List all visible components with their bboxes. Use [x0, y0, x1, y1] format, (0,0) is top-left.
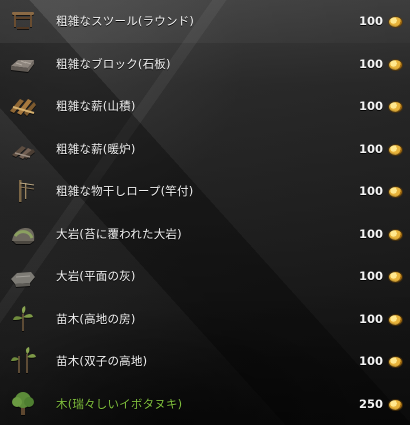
firewood-pile-icon — [6, 89, 40, 123]
coin-icon — [389, 187, 402, 198]
price-group: 100 — [357, 354, 402, 368]
price-value: 100 — [358, 226, 383, 241]
price-value: 100 — [358, 184, 383, 199]
item-name: 木(瑞々しいイボタヌキ) — [56, 396, 183, 411]
coin-icon — [389, 59, 402, 70]
coin-icon — [389, 17, 402, 28]
item-name: 苗木(双子の高地) — [56, 354, 148, 369]
item-name: 苗木(高地の房) — [56, 311, 136, 326]
clothesline-pole-icon — [6, 174, 40, 208]
item-name: 粗雑な薪(暖炉) — [56, 141, 136, 156]
price-value: 100 — [358, 14, 383, 29]
shop-row-stool[interactable]: 粗雑なスツール(ラウンド) 100 — [0, 0, 410, 43]
shop-row-seedling-twin[interactable]: 苗木(双子の高地) 100 — [0, 340, 410, 383]
price-value: 100 — [358, 269, 383, 284]
price-value: 100 — [358, 141, 383, 156]
seedling-highland-icon — [6, 302, 40, 336]
price-group: 100 — [357, 227, 402, 241]
tree-icon — [6, 387, 40, 421]
price-value: 100 — [358, 354, 383, 369]
price-group: 100 — [357, 269, 402, 283]
shop-row-firewood-pile[interactable]: 粗雑な薪(山積) 100 — [0, 85, 410, 128]
coin-icon — [389, 314, 402, 325]
coin-icon — [389, 272, 402, 283]
item-name: 粗雑なブロック(石板) — [56, 56, 171, 71]
item-name: 粗雑な薪(山積) — [56, 99, 136, 114]
coin-icon — [389, 144, 402, 155]
price-value: 100 — [358, 311, 383, 326]
coin-icon — [389, 357, 402, 368]
item-name: 粗雑なスツール(ラウンド) — [56, 14, 195, 29]
item-name: 大岩(平面の灰) — [56, 269, 136, 284]
shop-row-seedling-highland[interactable]: 苗木(高地の房) 100 — [0, 298, 410, 341]
shop-row-tree[interactable]: 木(瑞々しいイボタヌキ) 250 — [0, 383, 410, 425]
shop-row-flat-gray-rock[interactable]: 大岩(平面の灰) 100 — [0, 255, 410, 298]
stool-icon — [6, 4, 40, 38]
coin-icon — [389, 229, 402, 240]
price-group: 100 — [357, 184, 402, 198]
fireplace-firewood-icon — [6, 132, 40, 166]
shop-row-stone-slab[interactable]: 粗雑なブロック(石板) 100 — [0, 43, 410, 86]
price-group: 100 — [357, 57, 402, 71]
coin-icon — [389, 102, 402, 113]
mossy-rock-icon — [6, 217, 40, 251]
price-value: 100 — [358, 56, 383, 71]
price-value: 250 — [358, 396, 383, 411]
price-value: 100 — [358, 99, 383, 114]
price-group: 100 — [357, 312, 402, 326]
price-group: 100 — [357, 99, 402, 113]
shop-row-clothesline[interactable]: 粗雑な物干しロープ(竿付) 100 — [0, 170, 410, 213]
flat-gray-rock-icon — [6, 259, 40, 293]
shop-row-fireplace-firewood[interactable]: 粗雑な薪(暖炉) 100 — [0, 128, 410, 171]
price-group: 250 — [357, 397, 402, 411]
item-name: 大岩(苔に覆われた大岩) — [56, 226, 182, 241]
shop-item-list: 粗雑なスツール(ラウンド) 100 粗雑なブロック(石板) 100 粗雑な薪(山… — [0, 0, 410, 425]
item-name: 粗雑な物干しロープ(竿付) — [56, 184, 194, 199]
price-group: 100 — [357, 142, 402, 156]
coin-icon — [389, 399, 402, 410]
price-group: 100 — [357, 14, 402, 28]
seedling-twin-icon — [6, 344, 40, 378]
stone-slab-icon — [6, 47, 40, 81]
shop-row-mossy-rock[interactable]: 大岩(苔に覆われた大岩) 100 — [0, 213, 410, 256]
